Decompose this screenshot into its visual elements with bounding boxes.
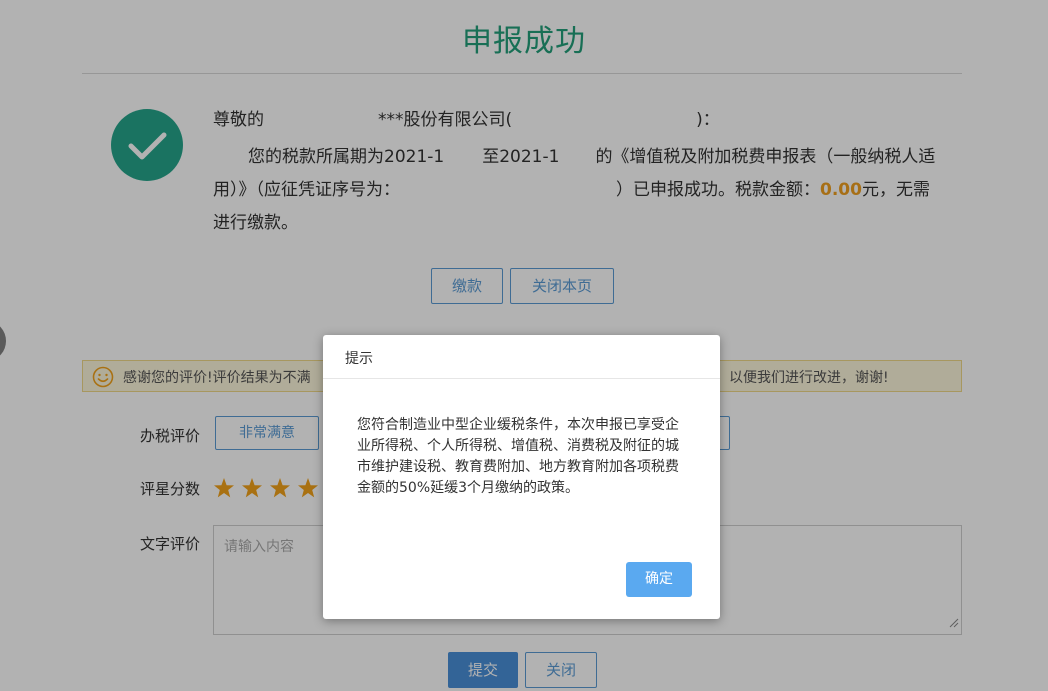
dialog-header: 提示 [323, 335, 720, 379]
dialog-title: 提示 [345, 351, 373, 367]
tip-dialog: 提示 您符合制造业中型企业缓税条件，本次申报已享受企业所得税、个人所得税、增值税… [323, 335, 720, 619]
confirm-button[interactable]: 确定 [626, 562, 692, 597]
dialog-message: 您符合制造业中型企业缓税条件，本次申报已享受企业所得税、个人所得税、增值税、消费… [357, 417, 679, 496]
